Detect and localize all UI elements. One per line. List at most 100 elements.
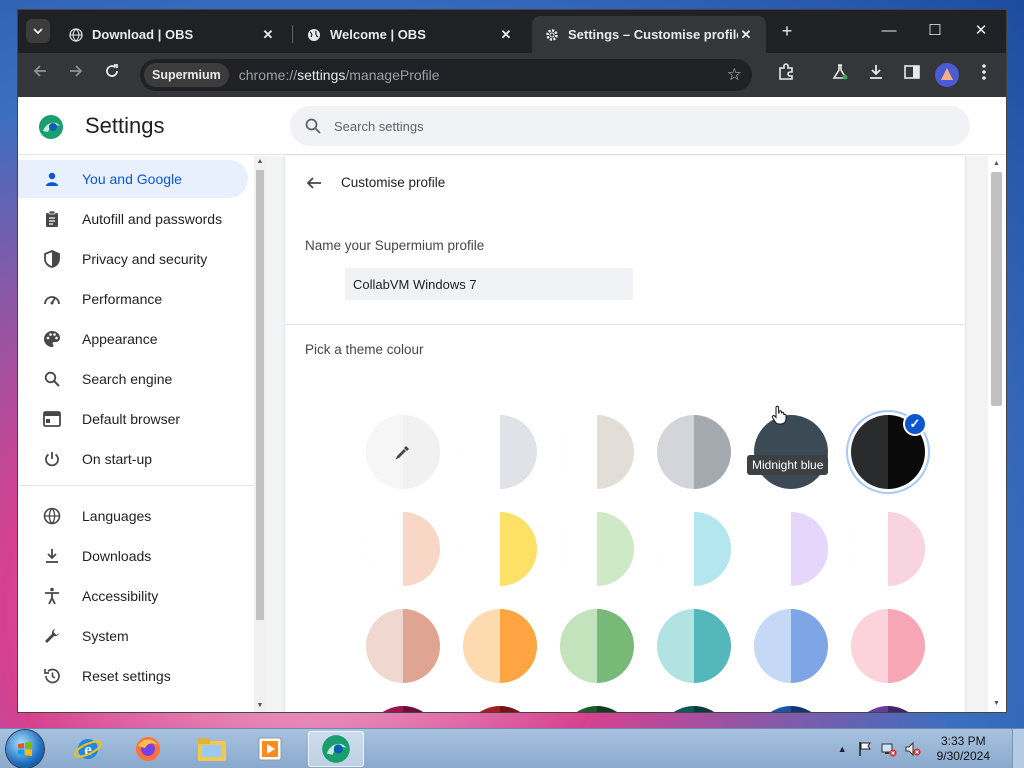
volume-muted-icon[interactable] — [905, 741, 921, 757]
swatch-left-half — [754, 706, 791, 712]
close-icon[interactable]: ✕ — [738, 27, 754, 43]
theme-colour-swatch[interactable] — [851, 609, 925, 683]
theme-colour-swatch[interactable] — [366, 512, 440, 586]
scrollbar-thumb[interactable] — [256, 170, 264, 620]
sidebar-item-reset[interactable]: Reset settings — [18, 657, 248, 695]
theme-colour-swatch[interactable] — [754, 609, 828, 683]
close-icon[interactable]: ✕ — [498, 27, 514, 43]
close-icon[interactable]: ✕ — [260, 27, 276, 43]
scroll-down-arrow[interactable]: ▼ — [254, 700, 266, 712]
theme-colour-swatch[interactable] — [851, 512, 925, 586]
minimize-button[interactable]: — — [866, 18, 912, 44]
side-panel-button[interactable] — [900, 63, 924, 87]
theme-colour-swatch[interactable] — [463, 512, 537, 586]
supermium-logo-icon — [39, 115, 63, 139]
tab-settings[interactable]: Settings – Customise profile ✕ — [532, 16, 766, 53]
downloads-button[interactable] — [864, 63, 888, 87]
browser-chip[interactable]: Supermium — [144, 63, 229, 87]
tab-separator — [292, 25, 293, 43]
sidebar-item-default-browser[interactable]: Default browser — [18, 400, 248, 438]
sidebar-item-accessibility[interactable]: Accessibility — [18, 577, 248, 615]
address-bar[interactable]: Supermium chrome://settings/manageProfil… — [140, 59, 752, 91]
settings-header: Settings — [18, 97, 1006, 155]
theme-colour-swatch[interactable] — [851, 706, 925, 712]
swatch-left-half — [657, 609, 694, 683]
theme-colour-swatch[interactable] — [366, 706, 440, 712]
swatch-right-half — [500, 706, 537, 712]
theme-colour-swatch[interactable] — [657, 706, 731, 712]
show-desktop-button[interactable] — [1012, 729, 1024, 768]
theme-colour-swatch[interactable] — [754, 415, 828, 489]
maximize-button[interactable]: ☐ — [912, 18, 958, 44]
reload-button[interactable] — [100, 63, 124, 87]
extensions-button[interactable] — [774, 63, 798, 87]
taskbar-internet-explorer[interactable]: e — [62, 731, 114, 767]
theme-colour-swatch[interactable] — [560, 512, 634, 586]
sidebar-item-languages[interactable]: Languages — [18, 497, 248, 535]
back-arrow-icon[interactable] — [305, 174, 323, 192]
theme-colour-swatch[interactable] — [657, 512, 731, 586]
sidebar-item-label: Performance — [82, 291, 163, 307]
bookmark-star-icon[interactable]: ☆ — [727, 65, 742, 85]
taskbar-clock[interactable]: 3:33 PM 9/30/2024 — [937, 734, 990, 764]
tab-search-button[interactable] — [26, 19, 50, 43]
custom-colour-swatch[interactable] — [366, 415, 440, 489]
theme-colour-swatch[interactable] — [463, 609, 537, 683]
search-box[interactable] — [290, 106, 970, 146]
sidebar-scrollbar[interactable]: ▲ ▼ — [254, 156, 266, 712]
scroll-up-arrow[interactable]: ▲ — [254, 156, 266, 168]
taskbar-supermium[interactable] — [308, 731, 364, 767]
sidebar-item-you-and-google[interactable]: You and Google — [18, 160, 248, 198]
sidebar-item-system[interactable]: System — [18, 617, 248, 655]
sidebar-item-downloads[interactable]: Downloads — [18, 537, 248, 575]
theme-colour-swatch[interactable] — [560, 415, 634, 489]
sidebar-item-autofill[interactable]: Autofill and passwords — [18, 200, 248, 238]
swatch-left-half — [463, 415, 500, 489]
theme-colour-swatch[interactable] — [366, 609, 440, 683]
theme-colour-swatch[interactable] — [657, 415, 731, 489]
search-input[interactable] — [334, 118, 894, 134]
tab-welcome-obs[interactable]: Welcome | OBS ✕ — [294, 16, 526, 53]
start-button[interactable] — [6, 730, 44, 768]
scroll-up-arrow[interactable]: ▲ — [991, 158, 1002, 170]
sidebar-item-appearance[interactable]: Appearance — [18, 320, 248, 358]
theme-colour-swatch[interactable] — [463, 706, 537, 712]
action-center-flag-icon[interactable] — [857, 741, 873, 757]
sidebar-item-on-startup[interactable]: On start-up — [18, 440, 248, 478]
menu-button[interactable] — [972, 63, 996, 87]
forward-button[interactable] — [64, 63, 88, 87]
tray-expand-icon[interactable]: ▲ — [838, 744, 847, 754]
sidebar-item-search-engine[interactable]: Search engine — [18, 360, 248, 398]
sidebar-item-privacy[interactable]: Privacy and security — [18, 240, 248, 278]
theme-colour-swatch[interactable] — [754, 512, 828, 586]
new-tab-button[interactable]: + — [776, 20, 798, 42]
hand-cursor-icon — [771, 405, 787, 425]
scrollbar-thumb[interactable] — [991, 172, 1002, 406]
theme-colour-swatch[interactable] — [754, 706, 828, 712]
swatch-left-half — [463, 706, 500, 712]
swatch-left-half — [560, 512, 597, 586]
close-window-button[interactable]: ✕ — [958, 18, 1004, 44]
taskbar-media-player[interactable] — [244, 731, 296, 767]
swatch-tooltip: Midnight blue — [747, 455, 829, 475]
profile-name-input[interactable] — [345, 268, 633, 300]
taskbar-firefox[interactable] — [122, 731, 174, 767]
tab-download-obs[interactable]: Download | OBS ✕ — [56, 16, 288, 53]
reload-icon — [106, 64, 118, 77]
theme-colour-swatch[interactable] — [560, 706, 634, 712]
sidebar-item-performance[interactable]: Performance — [18, 280, 248, 318]
chevron-down-icon — [33, 28, 43, 35]
labs-button[interactable] — [828, 63, 852, 87]
swatch-left-half — [560, 415, 597, 489]
theme-colour-swatch[interactable] — [657, 609, 731, 683]
network-error-icon[interactable] — [881, 741, 897, 757]
shield-icon — [42, 249, 62, 269]
taskbar-file-explorer[interactable] — [186, 731, 238, 767]
content-scrollbar[interactable]: ▲ ▼ — [988, 156, 1006, 712]
back-button[interactable] — [28, 63, 52, 87]
theme-colour-swatch[interactable] — [560, 609, 634, 683]
profile-avatar[interactable] — [935, 63, 959, 87]
swatch-right-half — [694, 609, 731, 683]
scroll-down-arrow[interactable]: ▼ — [991, 698, 1002, 710]
theme-colour-swatch[interactable] — [463, 415, 537, 489]
